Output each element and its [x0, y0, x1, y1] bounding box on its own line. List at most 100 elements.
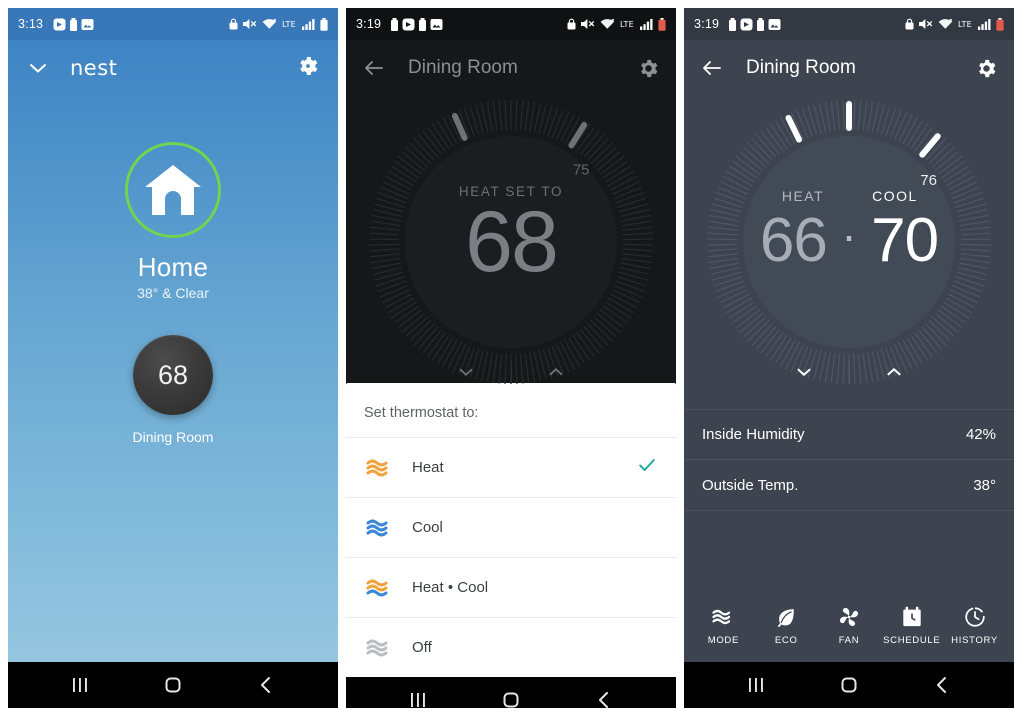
screenshot-board: 3:13 LTE nest Home 38° & Clear 68 Dining…	[0, 0, 1024, 716]
lock-icon	[567, 18, 576, 30]
gear-icon[interactable]	[637, 57, 660, 80]
toolbar-item-mode[interactable]: MODE	[694, 606, 752, 646]
recents-icon[interactable]	[728, 662, 784, 708]
device-puck-dining-room[interactable]: 68	[133, 335, 213, 415]
battery-saver-icon	[729, 17, 737, 31]
status-clock: 3:13	[18, 17, 44, 31]
svg-text:76: 76	[920, 172, 937, 189]
recents-icon[interactable]	[390, 677, 446, 708]
toolbar-item-label: FAN	[838, 635, 860, 646]
screen-record-icon	[740, 18, 753, 31]
info-label: Outside Temp.	[702, 476, 799, 494]
dial-graphic[interactable]: 76	[699, 92, 999, 397]
toolbar-item-eco[interactable]: ECO	[757, 606, 815, 646]
increase-temperature-button[interactable]	[512, 355, 602, 389]
android-nav-bar	[346, 677, 676, 708]
mode-option-off[interactable]: Off	[346, 617, 676, 677]
back-icon[interactable]	[576, 677, 632, 708]
status-bar: 3:13 LTE	[8, 8, 338, 40]
svg-text:LTE: LTE	[282, 20, 296, 29]
arrow-left-icon[interactable]	[700, 56, 724, 80]
device-temperature: 68	[157, 359, 189, 390]
status-bar-right: LTE	[229, 17, 328, 31]
device-label: Dining Room	[132, 429, 214, 445]
mode-option-heat[interactable]: Heat	[346, 437, 676, 497]
battery-saver-icon	[757, 17, 765, 31]
off-waves-icon	[364, 636, 398, 660]
toolbar-item-fan[interactable]: FAN	[820, 606, 878, 646]
signal-icon	[978, 18, 991, 30]
toolbar-item-label: SCHEDULE	[883, 635, 941, 646]
status-bar-right: LTE	[567, 17, 666, 31]
status-bar: 3:19 LTE	[684, 8, 1014, 40]
status-clock: 3:19	[356, 17, 382, 31]
gear-icon[interactable]	[296, 54, 320, 83]
toolbar-item-label: MODE	[707, 635, 740, 646]
toolbar-item-label: HISTORY	[951, 635, 998, 646]
screen-record-icon	[53, 18, 66, 31]
heat-cool-waves-icon	[364, 576, 398, 600]
signal-icon	[302, 18, 315, 30]
info-row-inside-humidity: Inside Humidity 42%	[684, 409, 1014, 460]
temperature-stepper[interactable]	[759, 355, 939, 389]
recents-icon[interactable]	[52, 662, 108, 708]
page-title: Dining Room	[408, 57, 518, 78]
wifi-icon	[938, 18, 953, 30]
toolbar-item-history[interactable]: HISTORY	[946, 606, 1004, 646]
thermostat-dial-heat[interactable]: 75 HEAT SET TO 68	[346, 96, 676, 384]
battery-saver-icon	[419, 17, 427, 31]
info-row-outside-temp: Outside Temp. 38°	[684, 460, 1014, 511]
back-icon[interactable]	[914, 662, 970, 708]
dial-ticks: 75	[369, 100, 653, 384]
status-bar-left: 3:13	[18, 17, 94, 31]
phone-screen-heat-cool: 3:19 LTE Dining Room 76 HEAT COOL 66 · 7…	[684, 8, 1014, 708]
mute-icon	[919, 18, 933, 30]
cool-waves-icon	[364, 516, 398, 540]
increase-temperature-button[interactable]	[850, 355, 940, 389]
mute-icon	[243, 18, 257, 30]
home-header: nest	[8, 40, 338, 96]
status-bar-left: 3:19	[694, 17, 781, 31]
dial-graphic[interactable]: 75	[361, 92, 661, 397]
calendar-clock-icon	[901, 606, 923, 628]
lte-icon: LTE	[620, 19, 635, 29]
temperature-stepper[interactable]	[421, 355, 601, 389]
waves-icon	[710, 606, 736, 628]
status-bar-right: LTE	[905, 17, 1004, 31]
status-bar-left: 3:19	[356, 17, 443, 31]
info-value: 42%	[965, 426, 996, 443]
home-avatar-ring[interactable]	[125, 142, 221, 238]
home-icon[interactable]	[145, 662, 201, 708]
mode-option-label: Heat	[412, 459, 444, 476]
mode-option-cool[interactable]: Cool	[346, 497, 676, 557]
house-icon	[144, 163, 202, 217]
chevron-down-icon[interactable]	[26, 56, 52, 80]
status-bar: 3:19 LTE	[346, 8, 676, 40]
gear-icon[interactable]	[975, 57, 998, 80]
mode-option-heat-cool[interactable]: Heat • Cool	[346, 557, 676, 617]
check-icon	[636, 454, 658, 481]
phone-screen-mode-picker: 3:19 LTE Dining Room 75 HEAT SET TO 68 S…	[346, 8, 676, 708]
info-label: Inside Humidity	[702, 426, 805, 443]
mode-option-label: Heat • Cool	[412, 579, 489, 596]
fan-icon	[837, 606, 861, 628]
arrow-left-icon[interactable]	[362, 56, 386, 80]
back-icon[interactable]	[238, 662, 294, 708]
mode-option-label: Cool	[412, 519, 443, 536]
nest-brand-logo: nest	[70, 56, 118, 80]
thermostat-dial-heat-cool[interactable]: 76 HEAT COOL 66 · 70	[684, 96, 1014, 384]
photo-icon	[768, 18, 781, 31]
home-name: Home	[137, 252, 209, 282]
battery-icon	[320, 17, 328, 31]
dial-ticks: 76	[707, 100, 991, 384]
page-title: Dining Room	[746, 57, 856, 78]
home-icon[interactable]	[821, 662, 877, 708]
mode-option-label: Off	[412, 639, 432, 656]
mode-bottom-sheet: Set thermostat to: Heat Cool Heat • Cool…	[346, 383, 676, 677]
heat-waves-icon	[364, 456, 398, 480]
home-icon[interactable]	[483, 677, 539, 708]
toolbar-item-schedule[interactable]: SCHEDULE	[883, 606, 941, 646]
decrease-temperature-button[interactable]	[759, 355, 849, 389]
lte-icon: LTE	[282, 19, 297, 29]
decrease-temperature-button[interactable]	[421, 355, 511, 389]
